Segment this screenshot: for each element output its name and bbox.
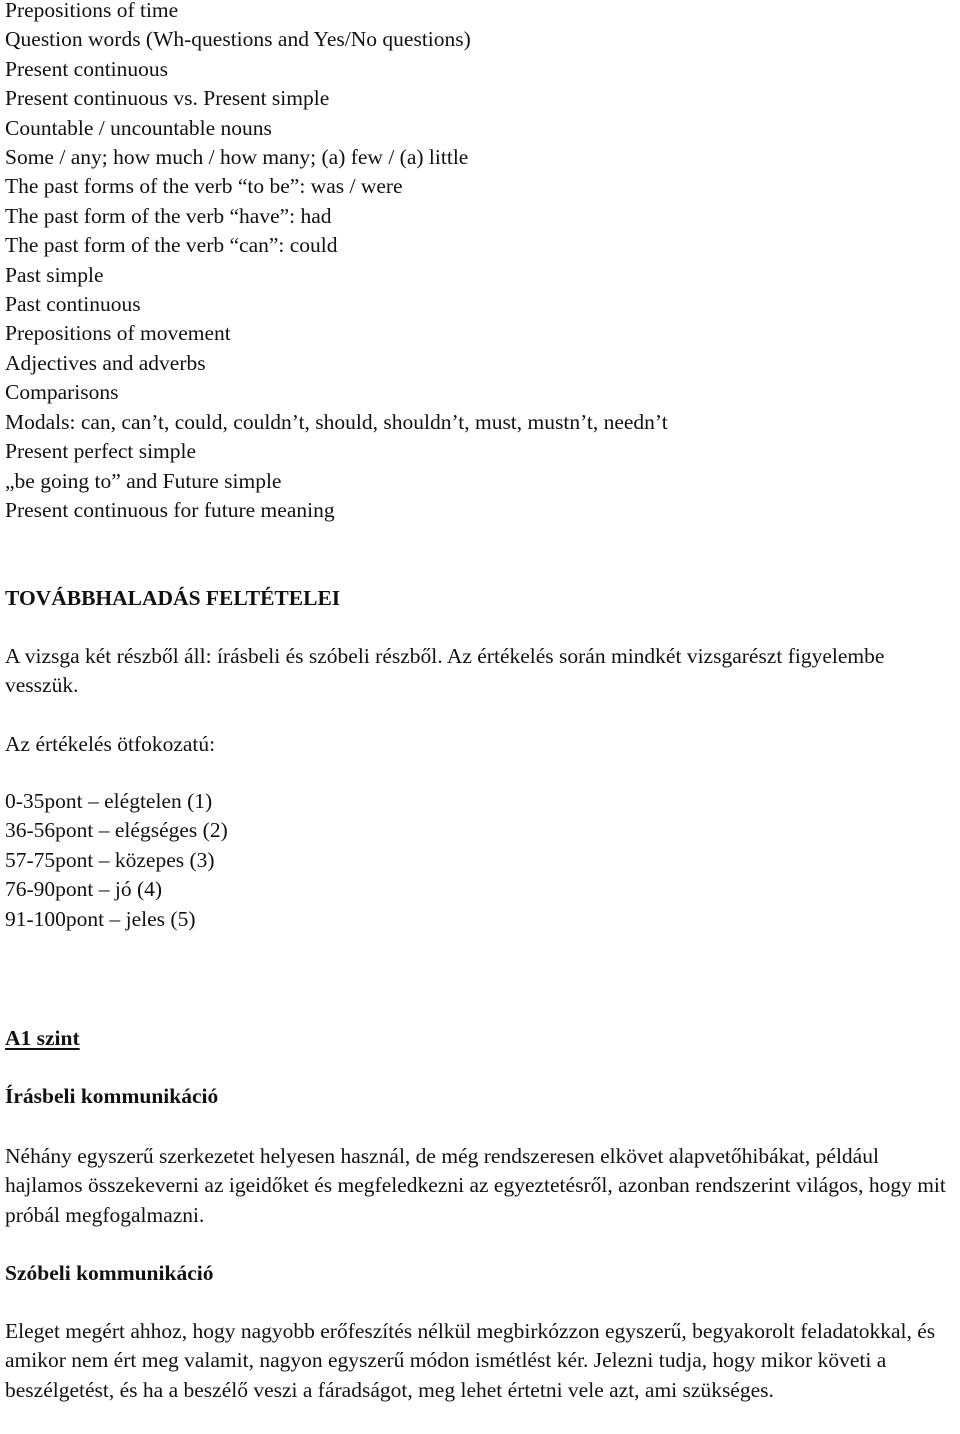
grade-value: (3)	[189, 847, 215, 872]
grade-label: jó	[114, 877, 132, 902]
grade-range: 91-100pont	[5, 906, 105, 931]
grade-value: (5)	[170, 906, 196, 931]
topic-item: Prepositions of time	[5, 0, 179, 22]
progression-heading: TOVÁBBHALADÁS FELTÉTELEI	[5, 586, 341, 610]
topic-item: Past continuous	[5, 292, 141, 317]
topic-item: Present continuous	[5, 56, 169, 81]
topic-item: Present perfect simple	[5, 439, 197, 464]
topic-item: The past form of the verb “have”: had	[5, 203, 332, 228]
grade-item: 91-100pont – jeles (5)	[5, 905, 228, 934]
oral-communication-heading: Szóbeli kommunikáció	[5, 1261, 214, 1285]
grade-range: 57-75pont	[5, 847, 94, 872]
grade-scale-list: 0-35pont – elégtelen (1) 36-56pont – elé…	[5, 787, 228, 934]
grade-value: (2)	[202, 818, 228, 843]
grade-item: 0-35pont – elégtelen (1)	[5, 787, 228, 816]
grade-separator: –	[88, 789, 99, 813]
grade-item: 57-75pont – közepes (3)	[5, 846, 228, 875]
written-communication-heading: Írásbeli kommunikáció	[5, 1084, 219, 1108]
topic-item: Prepositions of movement	[5, 321, 231, 346]
oral-communication-text: Eleget megért ahhoz, hogy nagyobb erőfes…	[5, 1319, 936, 1402]
grade-label: elégséges	[114, 818, 198, 843]
document-page: Prepositions of time Question words (Wh-…	[5, 0, 960, 525]
topic-item: Present continuous for future meaning	[5, 497, 335, 522]
grade-item: 76-90pont – jó (4)	[5, 875, 228, 904]
grade-separator: –	[98, 847, 110, 872]
grade-range: 36-56pont	[5, 818, 94, 843]
grade-separator: –	[98, 877, 110, 902]
topic-item: Countable / uncountable nouns	[5, 115, 272, 140]
grade-label: elégtelen	[104, 789, 182, 813]
topic-item: The past form of the verb “can”: could	[5, 233, 338, 258]
level-title: A1 szint	[5, 1026, 80, 1050]
grading-intro: Az értékelés ötfokozatú:	[5, 732, 216, 756]
grade-separator: –	[98, 818, 110, 843]
topic-item: Comparisons	[5, 380, 119, 405]
grade-range: 0-35pont	[5, 789, 83, 813]
exam-description: A vizsga két részből áll: írásbeli és sz…	[5, 644, 885, 698]
grade-item: 36-56pont – elégséges (2)	[5, 816, 228, 845]
topic-item: Adjectives and adverbs	[5, 350, 206, 375]
grade-value: (1)	[187, 789, 213, 813]
topic-item: Some / any; how much / how many; (a) few…	[5, 145, 469, 170]
written-communication-text: Néhány egyszerű szerkezetet helyesen has…	[5, 1144, 946, 1227]
topic-item: Present continuous vs. Present simple	[5, 86, 330, 111]
grade-label: jeles	[125, 906, 166, 931]
topic-item: Past simple	[5, 262, 104, 287]
topic-item: Question words (Wh-questions and Yes/No …	[5, 27, 471, 52]
topic-item: „be going to” and Future simple	[5, 468, 282, 493]
topic-item: Modals: can, can’t, could, couldn’t, sho…	[5, 409, 668, 434]
grade-value: (4)	[137, 877, 163, 902]
grade-separator: –	[109, 906, 121, 931]
grade-label: közepes	[114, 847, 185, 872]
grade-range: 76-90pont	[5, 877, 94, 902]
topic-item: The past forms of the verb “to be”: was …	[5, 174, 403, 199]
grammar-topic-list: Prepositions of time Question words (Wh-…	[5, 0, 960, 525]
